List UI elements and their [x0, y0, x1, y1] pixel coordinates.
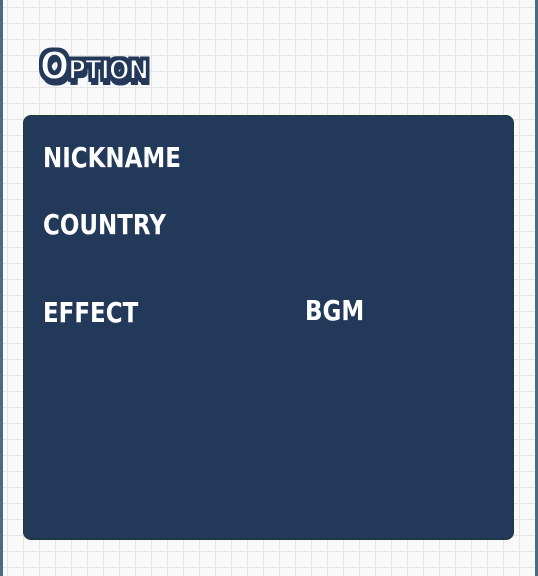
options-panel: NICKNAME COUNTRY EFFECT BGM [23, 115, 514, 540]
option-title: Option [39, 43, 150, 89]
effect-label: EFFECT [43, 296, 139, 329]
bgm-label: BGM [305, 294, 365, 327]
screen-edge-left [0, 0, 3, 576]
country-label: COUNTRY [43, 208, 166, 241]
nickname-label: NICKNAME [43, 141, 181, 174]
